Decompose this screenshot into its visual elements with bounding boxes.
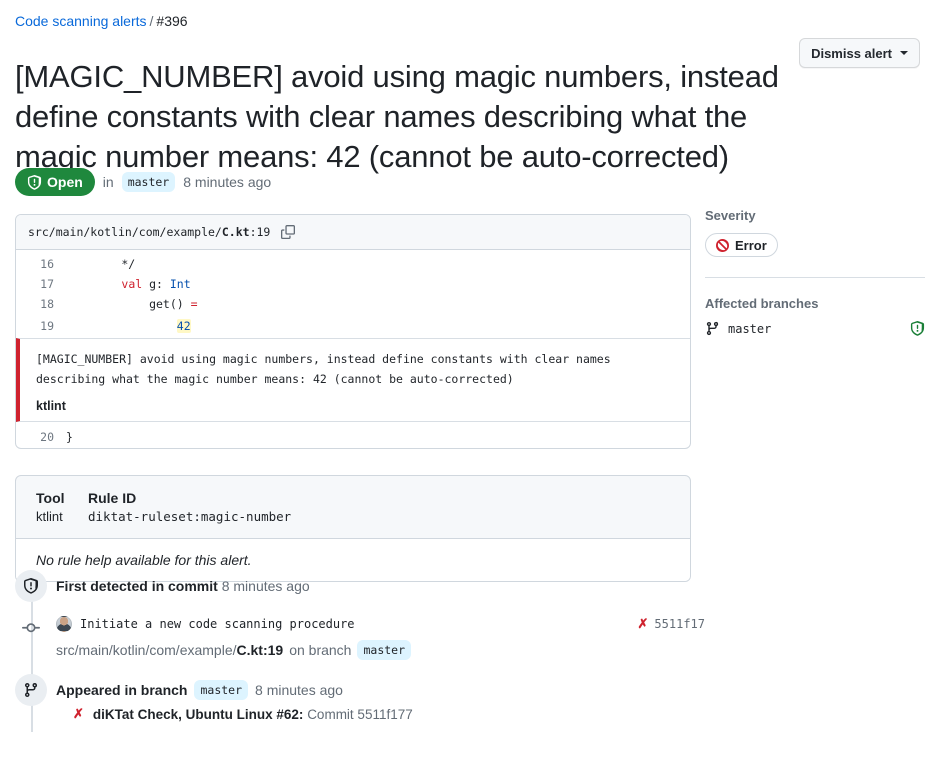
x-failure-icon: ✗ bbox=[73, 706, 84, 721]
git-branch-icon bbox=[706, 321, 719, 336]
appeared-block: Appeared in branch master 8 minutes ago … bbox=[56, 674, 705, 722]
shield-exclamation-icon bbox=[15, 570, 47, 602]
dismiss-alert-button[interactable]: Dismiss alert bbox=[799, 38, 920, 68]
no-entry-icon bbox=[716, 238, 729, 252]
code-line-content: } bbox=[66, 429, 73, 444]
severity-value: Error bbox=[735, 237, 767, 253]
alert-state-row: Open in master 8 minutes ago bbox=[15, 168, 271, 196]
commit-file-path: src/main/kotlin/com/example/C.kt:19 bbox=[56, 642, 283, 658]
git-commit-icon bbox=[15, 612, 47, 644]
code-file-path: src/main/kotlin/com/example/C.kt:19 bbox=[28, 225, 270, 239]
rule-id-value: diktat-ruleset:magic-number bbox=[88, 509, 292, 524]
code-line-number: 18 bbox=[40, 297, 54, 311]
breadcrumb-separator: / bbox=[149, 13, 154, 29]
commit-sha-group: ✗ 5511f17 bbox=[638, 616, 705, 632]
commit-detail-row: src/main/kotlin/com/example/C.kt:19 on b… bbox=[56, 640, 705, 660]
commit-file-name: C.kt:19 bbox=[236, 642, 284, 658]
timeline-item-appeared: Appeared in branch master 8 minutes ago … bbox=[15, 674, 705, 722]
main-column: src/main/kotlin/com/example/C.kt:19 16 *… bbox=[15, 214, 691, 582]
code-lines: 16 */ 17 val g: Int 18 get() = 19 42 bbox=[16, 250, 690, 338]
page-title: [MAGIC_NUMBER] avoid using magic numbers… bbox=[15, 58, 779, 174]
code-line-number: 19 bbox=[40, 319, 54, 333]
commit-row: Initiate a new code scanning procedure ✗… bbox=[56, 616, 705, 632]
first-detected-text: First detected in commit 8 minutes ago bbox=[56, 570, 310, 596]
code-line-content: */ bbox=[66, 257, 136, 271]
code-line-highlighted: 19 42 bbox=[16, 314, 690, 338]
alert-message-text: [MAGIC_NUMBER] avoid using magic numbers… bbox=[36, 352, 611, 386]
breadcrumb: Code scanning alerts / #396 bbox=[15, 11, 188, 31]
code-line-content: 42 bbox=[176, 319, 191, 333]
commit-sha[interactable]: 5511f17 bbox=[654, 617, 705, 631]
code-line: 16 */ bbox=[16, 250, 690, 274]
code-file-name: C.kt bbox=[221, 225, 250, 239]
code-line: 17 val g: Int bbox=[16, 274, 690, 294]
severity-badge: Error bbox=[705, 233, 778, 257]
rule-tool-column: Tool ktlint bbox=[36, 490, 88, 524]
code-line-number: 17 bbox=[40, 277, 54, 291]
alert-message-block: [MAGIC_NUMBER] avoid using magic numbers… bbox=[16, 338, 690, 422]
rule-id-header: Rule ID bbox=[88, 490, 137, 506]
appeared-time: 8 minutes ago bbox=[255, 682, 343, 698]
git-branch-icon bbox=[15, 674, 47, 706]
sidebar-divider bbox=[705, 277, 925, 278]
commit-branch-pill[interactable]: master bbox=[357, 640, 412, 660]
timeline-item-first-detected: First detected in commit 8 minutes ago bbox=[15, 570, 705, 602]
state-in-label: in bbox=[102, 174, 114, 190]
first-detected-time: 8 minutes ago bbox=[221, 578, 310, 594]
timeline-item-commit: Initiate a new code scanning procedure ✗… bbox=[15, 612, 705, 660]
check-run-row: ✗ diKTat Check, Ubuntu Linux #62: Commit… bbox=[73, 706, 705, 722]
code-file-line: :19 bbox=[249, 225, 271, 239]
rule-info-grid: Tool ktlint Rule ID diktat-ruleset:magic… bbox=[16, 476, 690, 538]
state-branch-pill[interactable]: master bbox=[121, 172, 176, 192]
code-lines-trailing: 20 } bbox=[16, 422, 690, 448]
rule-tool-value: ktlint bbox=[36, 509, 63, 524]
status-badge: Open bbox=[15, 168, 95, 196]
rule-info-card: Tool ktlint Rule ID diktat-ruleset:magic… bbox=[15, 475, 691, 582]
severity-header: Severity bbox=[705, 208, 756, 223]
dismiss-alert-label: Dismiss alert bbox=[811, 45, 892, 61]
first-detected-label: First detected in commit bbox=[56, 578, 218, 594]
code-line: 20 } bbox=[16, 422, 690, 448]
code-line-content: val g: Int bbox=[121, 277, 191, 291]
breadcrumb-link-code-scanning-alerts[interactable]: Code scanning alerts bbox=[15, 13, 147, 29]
affected-branches-header: Affected branches bbox=[705, 296, 819, 311]
shield-exclamation-icon bbox=[27, 174, 42, 190]
commit-block: Initiate a new code scanning procedure ✗… bbox=[56, 612, 705, 660]
chevron-down-icon bbox=[900, 51, 908, 55]
rule-id-column: Rule ID diktat-ruleset:magic-number bbox=[88, 490, 291, 524]
commit-file-path-prefix: src/main/kotlin/com/example/ bbox=[56, 642, 237, 658]
appeared-label: Appeared in branch bbox=[56, 682, 188, 698]
affected-branch-row[interactable]: master bbox=[705, 321, 925, 336]
status-badge-label: Open bbox=[47, 174, 83, 190]
timeline: First detected in commit 8 minutes ago I… bbox=[15, 570, 705, 732]
appeared-text: Appeared in branch master 8 minutes ago bbox=[56, 674, 705, 700]
avatar bbox=[56, 616, 72, 632]
code-line-number: 20 bbox=[40, 429, 54, 444]
code-line: 18 get() = bbox=[16, 294, 690, 314]
code-line-number: 16 bbox=[40, 257, 54, 271]
check-run-commit: Commit 5511f177 bbox=[307, 706, 413, 722]
check-run-name[interactable]: diKTat Check, Ubuntu Linux #62: bbox=[93, 707, 304, 722]
state-timestamp: 8 minutes ago bbox=[183, 174, 272, 190]
copy-icon[interactable] bbox=[279, 223, 297, 241]
sidebar: Severity Error Affected branches master bbox=[705, 208, 925, 336]
code-snippet-box: src/main/kotlin/com/example/C.kt:19 16 *… bbox=[15, 214, 691, 449]
code-scanning-alert-page: Code scanning alerts / #396 [MAGIC_NUMBER]… bbox=[0, 0, 935, 766]
commit-message[interactable]: Initiate a new code scanning procedure bbox=[80, 617, 355, 631]
rule-tool-header: Tool bbox=[36, 490, 65, 506]
x-failure-icon: ✗ bbox=[637, 616, 649, 631]
check-run-text: diKTat Check, Ubuntu Linux #62: Commit 5… bbox=[93, 707, 413, 722]
shield-exclamation-icon bbox=[910, 321, 925, 336]
on-branch-label: on branch bbox=[289, 642, 352, 658]
breadcrumb-alert-number: #396 bbox=[156, 13, 188, 29]
code-file-path-prefix: src/main/kotlin/com/example/ bbox=[28, 225, 222, 239]
affected-branch-name: master bbox=[728, 321, 772, 336]
alert-message-tool: ktlint bbox=[36, 399, 66, 413]
code-snippet-header: src/main/kotlin/com/example/C.kt:19 bbox=[16, 215, 690, 250]
code-line-content: get() = bbox=[66, 297, 198, 311]
appeared-branch-pill[interactable]: master bbox=[194, 680, 249, 700]
